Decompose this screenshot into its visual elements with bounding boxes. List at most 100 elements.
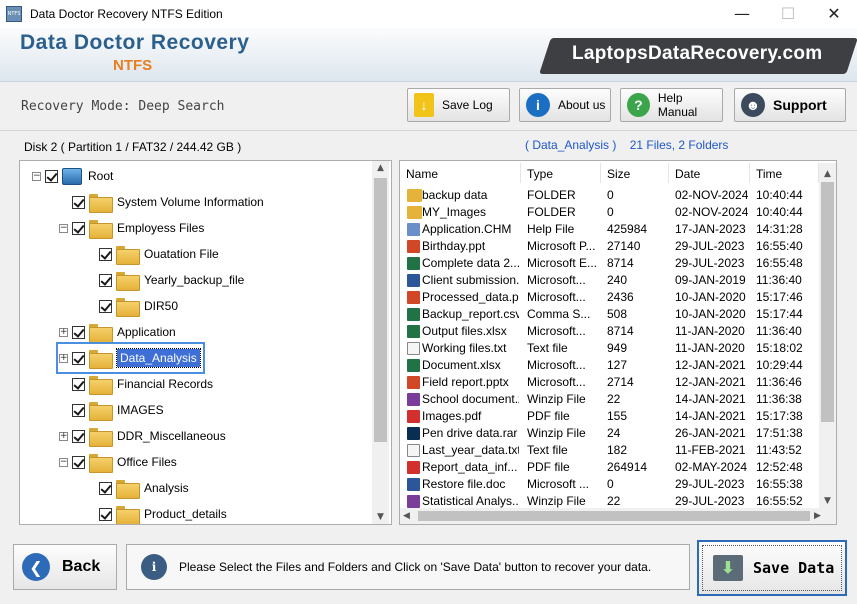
- file-time: 10:40:44: [756, 188, 803, 202]
- computer-icon: [62, 167, 82, 185]
- scroll-left-icon[interactable]: ◀: [403, 508, 410, 524]
- maximize-button[interactable]: ☐: [765, 0, 811, 28]
- tree-expander-icon[interactable]: −: [59, 223, 68, 233]
- tree-checkbox[interactable]: [72, 403, 85, 417]
- file-name[interactable]: MY_Images: [422, 204, 519, 221]
- tree-expander-icon[interactable]: +: [59, 431, 68, 441]
- app-header: Data Doctor Recovery NTFS LaptopsDataRec…: [0, 28, 857, 82]
- column-header[interactable]: Time: [750, 163, 819, 183]
- file-size: 240: [607, 273, 628, 287]
- minimize-button[interactable]: —: [719, 0, 765, 28]
- tree-item[interactable]: − Root: [32, 163, 113, 189]
- list-hscrollbar[interactable]: ◀ ▶: [400, 508, 836, 524]
- file-name[interactable]: Last_year_data.txt: [422, 442, 519, 459]
- file-time: 17:51:38: [756, 426, 803, 440]
- tree-item[interactable]: − Employess Files: [59, 215, 204, 241]
- tree-checkbox[interactable]: [99, 299, 112, 313]
- save-log-button[interactable]: ↓ Save Log: [407, 88, 510, 122]
- tree-item[interactable]: + Application: [59, 319, 176, 345]
- column-header[interactable]: Date: [669, 163, 750, 183]
- tree-item[interactable]: Analysis: [86, 475, 189, 501]
- scroll-right-icon[interactable]: ▶: [814, 508, 821, 524]
- about-us-button[interactable]: i About us: [519, 88, 611, 122]
- tree-checkbox[interactable]: [72, 221, 85, 235]
- tree-expander-icon[interactable]: −: [32, 171, 41, 181]
- file-time: 11:36:40: [756, 324, 802, 338]
- file-name[interactable]: Report_data_inf...: [422, 459, 519, 476]
- save-data-button[interactable]: ⬇ Save Data: [697, 540, 847, 596]
- info-icon: i: [526, 93, 550, 117]
- file-name[interactable]: Restore file.doc: [422, 476, 519, 493]
- file-name[interactable]: School document.zip: [422, 391, 519, 408]
- tree-checkbox[interactable]: [72, 455, 85, 469]
- tree-item[interactable]: Product_details: [86, 501, 227, 524]
- file-name[interactable]: Birthday.ppt: [422, 238, 519, 255]
- file-name[interactable]: Pen drive data.rar: [422, 425, 519, 442]
- file-size: 27140: [607, 239, 641, 253]
- file-name[interactable]: Document.xlsx: [422, 357, 519, 374]
- tree-scrollbar[interactable]: ▲ ▼: [372, 161, 389, 524]
- file-name[interactable]: backup data: [422, 187, 519, 204]
- tree-item[interactable]: System Volume Information: [59, 189, 264, 215]
- file-name[interactable]: Processed_data.ppt: [422, 289, 519, 306]
- support-button[interactable]: ☻ Support: [734, 88, 846, 122]
- tree-checkbox[interactable]: [72, 377, 85, 391]
- file-type: Comma S...: [527, 307, 591, 321]
- file-size: 949: [607, 341, 628, 355]
- list-scroll-thumb[interactable]: [821, 182, 834, 422]
- list-scroll-up-icon[interactable]: ▲: [819, 163, 836, 179]
- tree-expander-icon[interactable]: +: [59, 353, 68, 363]
- file-name[interactable]: Backup_report.csv: [422, 306, 519, 323]
- file-name[interactable]: Images.pdf: [422, 408, 519, 425]
- txt-file-icon: [407, 342, 420, 355]
- scroll-down-icon[interactable]: ▼: [372, 510, 389, 524]
- scroll-up-icon[interactable]: ▲: [372, 161, 389, 175]
- file-time: 11:43:52: [756, 443, 802, 457]
- column-header[interactable]: Type: [521, 163, 601, 183]
- column-header[interactable]: Size: [601, 163, 669, 183]
- tree-item[interactable]: Financial Records: [59, 371, 213, 397]
- tree-checkbox[interactable]: [99, 481, 112, 495]
- tree-checkbox[interactable]: [99, 247, 112, 261]
- back-button[interactable]: ❮ Back: [13, 544, 117, 590]
- file-size: 24: [607, 426, 621, 440]
- column-header[interactable]: Name: [400, 163, 521, 183]
- tree-scroll-thumb[interactable]: [374, 178, 387, 442]
- tree-checkbox[interactable]: [72, 195, 85, 209]
- save-download-icon: ⬇: [713, 555, 743, 581]
- tree-checkbox[interactable]: [72, 429, 85, 443]
- help-manual-button[interactable]: ? Help Manual: [620, 88, 723, 122]
- list-hscroll-thumb[interactable]: [418, 511, 810, 521]
- ppt-file-icon: [407, 376, 420, 389]
- close-button[interactable]: ✕: [811, 0, 857, 28]
- tree-expander-icon[interactable]: −: [59, 457, 68, 467]
- tree-checkbox[interactable]: [45, 169, 58, 183]
- file-name[interactable]: Working files.txt: [422, 340, 519, 357]
- tree-item[interactable]: − Office Files: [59, 449, 177, 475]
- file-type: Winzip File: [527, 426, 586, 440]
- folder-icon: [89, 375, 113, 395]
- list-scroll-down-icon[interactable]: ▼: [819, 494, 836, 508]
- file-name[interactable]: Application.CHM: [422, 221, 519, 238]
- tree-checkbox[interactable]: [72, 351, 85, 365]
- file-time: 15:17:38: [756, 409, 803, 423]
- tree-expander-icon[interactable]: +: [59, 327, 68, 337]
- file-name[interactable]: Output files.xlsx: [422, 323, 519, 340]
- tree-item[interactable]: + DDR_Miscellaneous: [59, 423, 226, 449]
- tree-checkbox[interactable]: [99, 507, 112, 521]
- file-name[interactable]: Complete data 2...: [422, 255, 519, 272]
- tree-checkbox[interactable]: [99, 273, 112, 287]
- folder-icon: [89, 219, 113, 239]
- file-name[interactable]: Statistical Analys...: [422, 493, 519, 509]
- list-scrollbar[interactable]: ▲ ▼: [819, 163, 836, 508]
- file-name[interactable]: Client submission.do: [422, 272, 519, 289]
- tree-item[interactable]: Ouatation File: [86, 241, 219, 267]
- tree-checkbox[interactable]: [72, 325, 85, 339]
- tree-item[interactable]: IMAGES: [59, 397, 164, 423]
- tree-item[interactable]: + Data_Analysis: [56, 342, 205, 374]
- tree-item[interactable]: Yearly_backup_file: [86, 267, 244, 293]
- tree-item[interactable]: DIR50: [86, 293, 178, 319]
- file-date: 10-JAN-2020: [675, 307, 746, 321]
- file-name[interactable]: Field report.pptx: [422, 374, 519, 391]
- folder-icon: [116, 297, 140, 317]
